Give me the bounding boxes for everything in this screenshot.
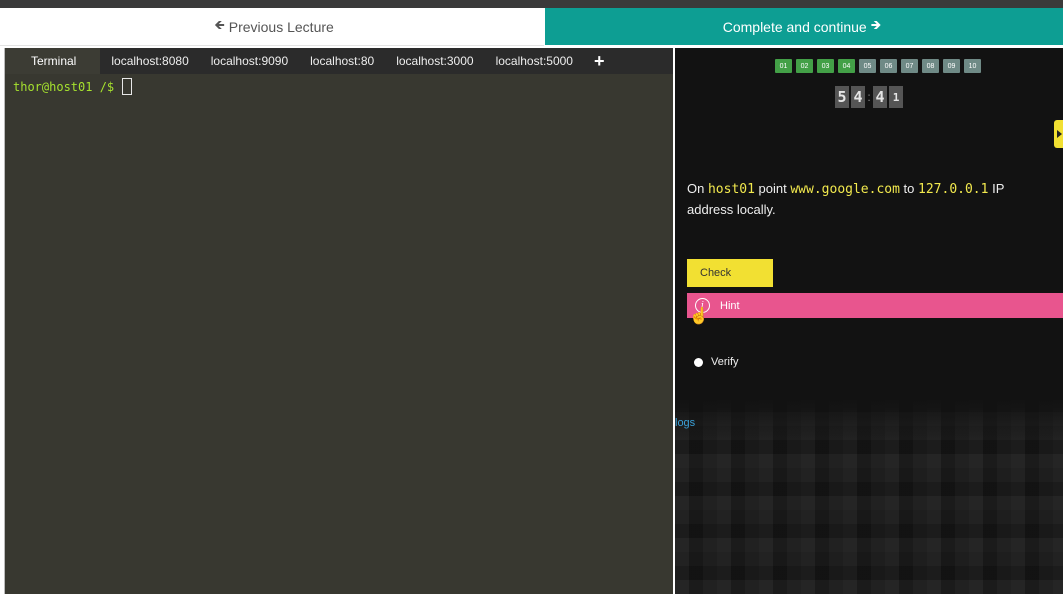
lecture-nav: 🡸 Previous Lecture Complete and continue… <box>0 8 1063 46</box>
timer-second-ones: 1 <box>889 86 903 108</box>
logs-link[interactable]: logs <box>675 417 695 429</box>
terminal-tabbar: Terminal localhost:8080 localhost:9090 l… <box>5 48 675 74</box>
terminal-pane: Terminal localhost:8080 localhost:9090 l… <box>4 48 675 594</box>
terminal-output[interactable]: thor@host01 /$ <box>13 78 133 95</box>
timer-separator: : <box>867 90 871 104</box>
quiz-pane: 01 02 03 04 05 06 07 08 09 10 5 4 : 4 1 … <box>675 48 1063 594</box>
arrow-left-icon: 🡸 <box>214 16 225 32</box>
hand-pointer-icon: ☝ <box>689 308 709 325</box>
question-3-button[interactable]: 03 <box>817 59 834 73</box>
question-text: On host01 point www.google.com to 127.0.… <box>687 181 1005 217</box>
question-8-button[interactable]: 08 <box>922 59 939 73</box>
previous-lecture-label: Previous Lecture <box>228 18 334 35</box>
question-7-button[interactable]: 07 <box>901 59 918 73</box>
question-navigator: 01 02 03 04 05 06 07 08 09 10 <box>775 59 981 73</box>
arrow-right-icon: 🡺 <box>870 16 882 32</box>
hint-button[interactable]: i Hint <box>687 293 1063 318</box>
timer-second-tens: 4 <box>873 86 887 108</box>
terminal-prompt: thor@host01 /$ <box>13 79 115 94</box>
top-strip <box>0 0 1063 8</box>
add-tab-button[interactable]: + <box>584 48 617 74</box>
question-6-button[interactable]: 06 <box>880 59 897 73</box>
terminal-cursor <box>122 78 133 95</box>
previous-lecture-button[interactable]: 🡸 Previous Lecture <box>0 8 544 46</box>
verify-item: Verify <box>694 356 739 368</box>
timer-minute-tens: 5 <box>835 86 849 108</box>
verify-label: Verify <box>711 356 739 368</box>
hint-label: Hint <box>720 299 740 312</box>
tab-localhost-8080[interactable]: localhost:8080 <box>100 48 199 74</box>
tab-terminal[interactable]: Terminal <box>5 48 101 74</box>
check-button[interactable]: Check <box>687 259 773 287</box>
collapse-panel-toggle[interactable] <box>1054 120 1063 148</box>
question-9-button[interactable]: 09 <box>943 59 960 73</box>
question-4-button[interactable]: 04 <box>838 59 855 73</box>
verify-status-dot <box>694 357 703 367</box>
timer-minute-ones: 4 <box>851 86 865 108</box>
tab-localhost-80[interactable]: localhost:80 <box>299 48 385 74</box>
tab-localhost-5000[interactable]: localhost:5000 <box>485 48 584 74</box>
question-1-button[interactable]: 01 <box>775 59 792 73</box>
question-10-button[interactable]: 10 <box>964 59 981 73</box>
question-2-button[interactable]: 02 <box>796 59 813 73</box>
complete-and-continue-button[interactable]: Complete and continue 🡺 <box>545 8 1063 45</box>
tab-localhost-9090[interactable]: localhost:9090 <box>200 48 299 74</box>
host-name: host01 <box>707 182 755 197</box>
countdown-timer: 5 4 : 4 1 <box>835 86 903 108</box>
ip-address: 127.0.0.1 <box>918 182 989 197</box>
question-5-button[interactable]: 05 <box>859 59 876 73</box>
domain-name: www.google.com <box>790 182 900 197</box>
tab-localhost-3000[interactable]: localhost:3000 <box>385 48 484 74</box>
complete-and-continue-label: Complete and continue <box>722 18 867 35</box>
